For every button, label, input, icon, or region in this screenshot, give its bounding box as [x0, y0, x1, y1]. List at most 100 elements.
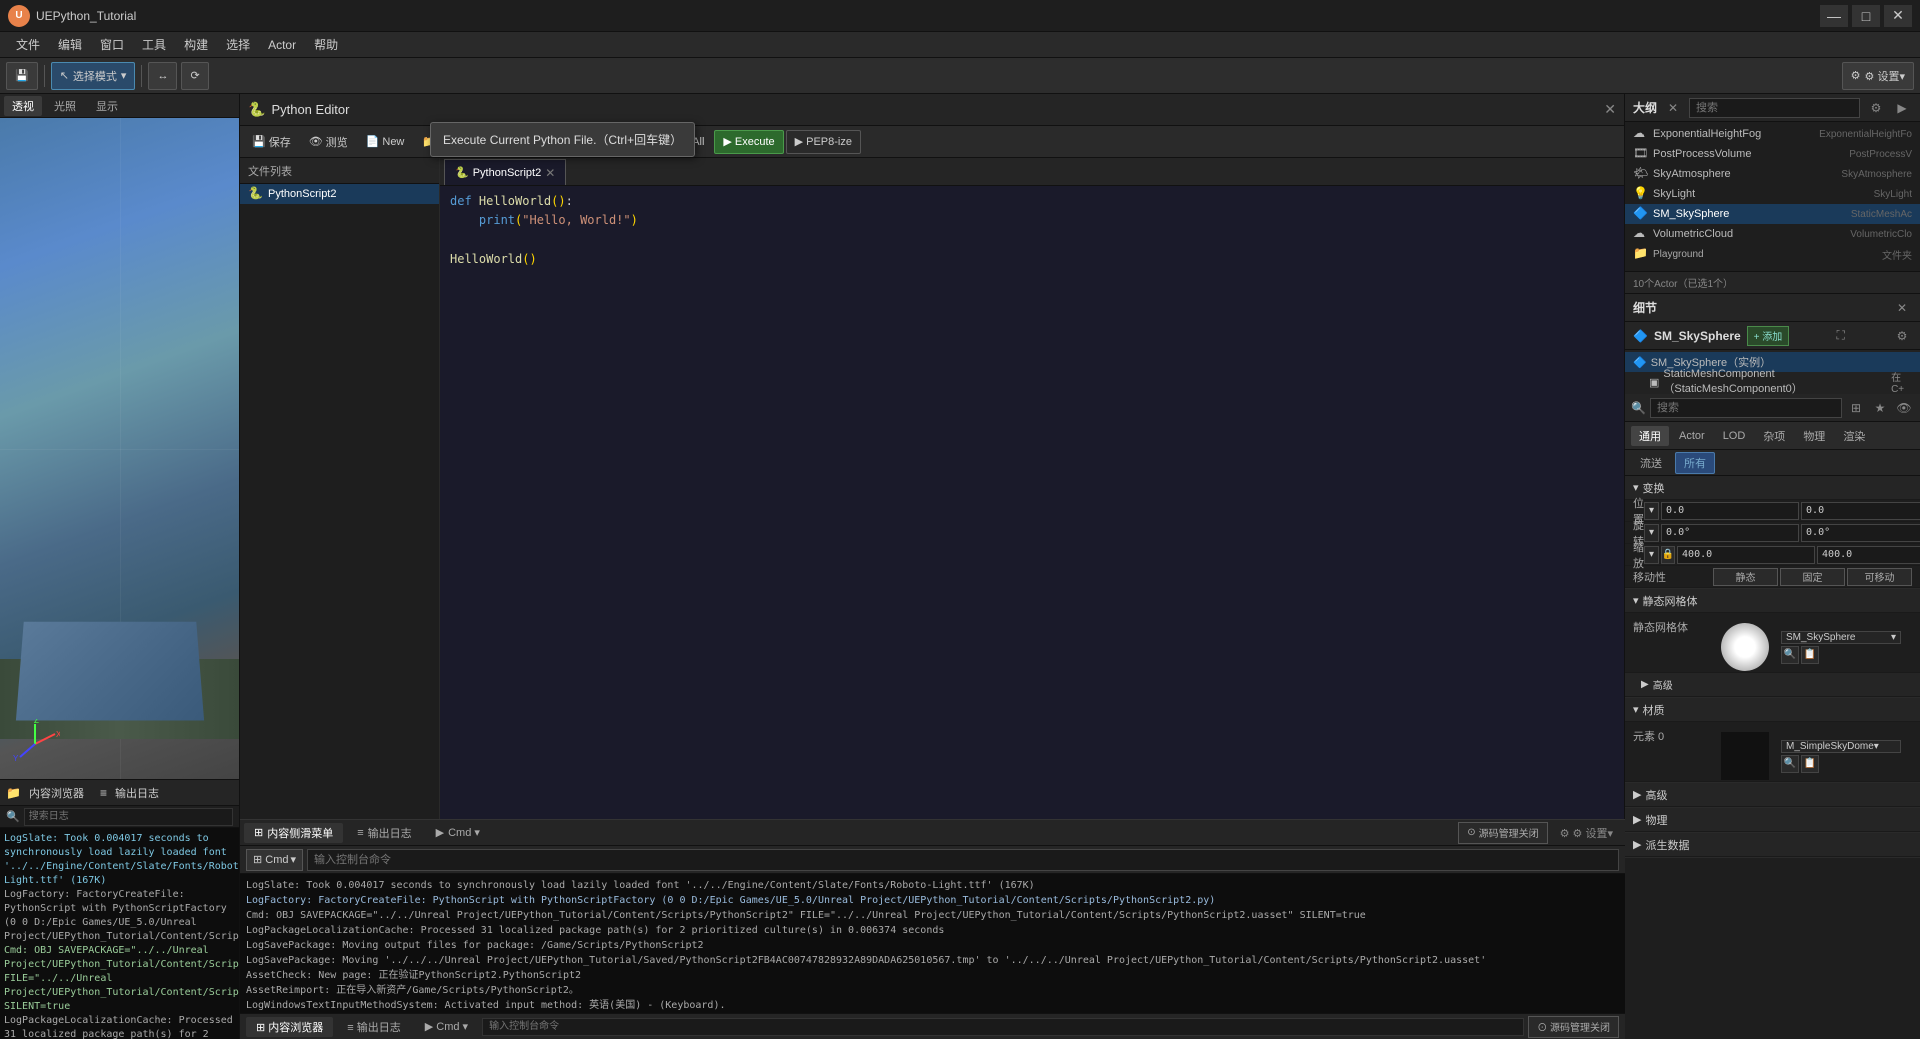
tree-item-volumetric-cloud[interactable]: ☁ VolumetricCloud VolumetricClo	[1625, 224, 1920, 244]
details-eye-button[interactable]: 👁	[1894, 398, 1914, 418]
transform2-button[interactable]: ⟳	[181, 62, 208, 90]
menu-item-window[interactable]: 窗口	[92, 34, 132, 56]
menu-item-actor[interactable]: Actor	[260, 34, 304, 56]
minimize-button[interactable]: —	[1820, 5, 1848, 27]
outline-search-input[interactable]	[1689, 98, 1860, 118]
details-options-button[interactable]: ⚙	[1892, 326, 1912, 346]
toolbar-save-button[interactable]: 💾	[6, 62, 38, 90]
close-button[interactable]: ✕	[1884, 5, 1912, 27]
derive-data-section-header[interactable]: ▶ 派生数据	[1625, 833, 1920, 857]
bottom-settings-button[interactable]: ⚙ ⚙ 设置▾	[1552, 822, 1621, 844]
settings-button[interactable]: ⚙ ⚙ 设置▾	[1842, 62, 1914, 90]
scale-x-field[interactable]	[1677, 546, 1815, 564]
select-mode-button[interactable]: ↖ 选择模式 ▾	[51, 62, 136, 90]
menu-item-help[interactable]: 帮助	[306, 34, 346, 56]
advanced-section-header[interactable]: ▶ 高级	[1625, 673, 1920, 697]
materials-section-header[interactable]: ▾ 材质	[1625, 698, 1920, 722]
pep8-button[interactable]: ▶ PEP8-ize	[786, 130, 861, 154]
details-close-button[interactable]: ✕	[1892, 298, 1912, 318]
file-item-pythonscript2[interactable]: 🐍 PythonScript2	[240, 184, 439, 204]
tree-item-sm-sky-sphere[interactable]: 🔷 SM_SkySphere StaticMeshAc	[1625, 204, 1920, 224]
tree-item-sky-atmosphere[interactable]: 🌤 SkyAtmosphere SkyAtmosphere	[1625, 164, 1920, 184]
execute-button[interactable]: ▶ Execute	[714, 130, 783, 154]
pos-x-field[interactable]	[1661, 502, 1799, 520]
menu-item-edit[interactable]: 编辑	[50, 34, 90, 56]
console-input[interactable]	[307, 849, 1619, 871]
static-mesh-section-header[interactable]: ▾ 静态网格体	[1625, 589, 1920, 613]
source-management-button[interactable]: ⊙ 源码管理关闭	[1458, 822, 1547, 844]
component-tree-item-static-mesh[interactable]: ▣ StaticMeshComponent（StaticMeshComponen…	[1625, 372, 1920, 392]
file-tab-pythonscript2[interactable]: 🐍 PythonScript2 ✕	[444, 159, 566, 185]
tab-content-browser[interactable]: ⊞ 内容侧滑菜单	[244, 823, 343, 843]
browse-mesh-button[interactable]: 🔍	[1781, 646, 1799, 664]
viewport-tab-show[interactable]: 显示	[88, 96, 126, 116]
scale-y-field[interactable]	[1817, 546, 1920, 564]
file-tab-close-button[interactable]: ✕	[545, 166, 555, 180]
outline-filter-button[interactable]: ▶	[1892, 98, 1912, 118]
mobility-movable[interactable]: 可移动	[1847, 568, 1912, 586]
tab-physics[interactable]: 物理	[1795, 426, 1833, 446]
save-button[interactable]: 💾 保存	[244, 130, 299, 154]
menu-item-build[interactable]: 构建	[176, 34, 216, 56]
mobility-fixed[interactable]: 固定	[1780, 568, 1845, 586]
menu-item-file[interactable]: 文件	[8, 34, 48, 56]
tree-item-exponential-height-fog[interactable]: ☁ ExponentialHeightFog ExponentialHeight…	[1625, 124, 1920, 144]
lock-scale-button[interactable]: 🔒	[1661, 546, 1675, 564]
position-dropdown[interactable]: ▾	[1644, 502, 1659, 520]
transform-button[interactable]: ↔	[148, 62, 177, 90]
python-editor-close-button[interactable]: ✕	[1604, 101, 1616, 118]
outline-close-button[interactable]: ✕	[1663, 98, 1683, 118]
transform-section-header[interactable]: ▾ 变换	[1625, 476, 1920, 500]
status-output-log[interactable]: ≡ 输出日志	[337, 1017, 410, 1037]
status-content-browser[interactable]: ⊞ 内容浏览器	[246, 1017, 333, 1037]
tab-misc[interactable]: 杂项	[1755, 426, 1793, 446]
details-star-button[interactable]: ★	[1870, 398, 1890, 418]
mesh-dropdown[interactable]: SM_SkySphere ▾	[1781, 631, 1901, 644]
pos-y-field[interactable]	[1801, 502, 1920, 520]
tree-item-playground[interactable]: 📁 Playground 文件夹	[1625, 244, 1920, 264]
copy-mesh-button[interactable]: 📋	[1801, 646, 1819, 664]
code-line-2: print("Hello, World!")	[450, 211, 1614, 230]
new-button[interactable]: 📄 New	[358, 130, 413, 154]
status-cmd-input[interactable]	[482, 1018, 1524, 1036]
rot-y-field[interactable]	[1801, 524, 1920, 542]
tree-item-post-process-volume[interactable]: 🎞 PostProcessVolume PostProcessV	[1625, 144, 1920, 164]
file-tab-label: PythonScript2	[473, 167, 541, 179]
item-label: Playground	[1653, 249, 1704, 260]
rotation-dropdown[interactable]: ▾	[1644, 524, 1659, 542]
tab-lod[interactable]: LOD	[1715, 428, 1754, 444]
physics-section-header[interactable]: ▶ 物理	[1625, 808, 1920, 832]
filter-all[interactable]: 所有	[1675, 452, 1715, 474]
viewport-tab-lit[interactable]: 光照	[46, 96, 84, 116]
scale-dropdown[interactable]: ▾	[1644, 546, 1659, 564]
tab-render[interactable]: 渲染	[1835, 426, 1873, 446]
outline-panel: 大纲 ✕ ⚙ ▶ ☁ ExponentialHeightFog Exponent…	[1625, 94, 1920, 294]
browse-material-button[interactable]: 🔍	[1781, 755, 1799, 773]
filter-streaming[interactable]: 流送	[1631, 452, 1671, 474]
menu-item-select[interactable]: 选择	[218, 34, 258, 56]
material-dropdown[interactable]: M_SimpleSkyDome▾	[1781, 740, 1901, 753]
tab-actor[interactable]: Actor	[1671, 428, 1713, 444]
menu-item-tools[interactable]: 工具	[134, 34, 174, 56]
details-fullscreen-button[interactable]: ⛶	[1831, 326, 1851, 346]
details-table-view-button[interactable]: ⊞	[1846, 398, 1866, 418]
status-source-mgmt[interactable]: ⊙ 源码管理关闭	[1528, 1016, 1619, 1038]
cmd-dropdown[interactable]: ⊞ Cmd ▾	[246, 849, 303, 871]
tab-cmd[interactable]: ▶ Cmd ▾	[426, 824, 490, 841]
status-cmd[interactable]: ▶ Cmd ▾	[415, 1018, 478, 1035]
details-search-input[interactable]	[1650, 398, 1842, 418]
outline-settings-button[interactable]: ⚙	[1866, 98, 1886, 118]
tab-output-log[interactable]: ≡ 输出日志	[347, 823, 421, 843]
tree-item-sky-light[interactable]: 💡 SkyLight SkyLight	[1625, 184, 1920, 204]
preview-button[interactable]: 👁 测览	[301, 130, 356, 154]
mobility-static[interactable]: 静态	[1713, 568, 1778, 586]
rot-x-field[interactable]	[1661, 524, 1799, 542]
add-component-button[interactable]: + 添加	[1747, 326, 1790, 346]
advanced-section-header-2[interactable]: ▶ 高级	[1625, 783, 1920, 807]
section-title: 静态网格体	[1643, 593, 1698, 609]
tab-general[interactable]: 通用	[1631, 426, 1669, 446]
copy-material-button[interactable]: 📋	[1801, 755, 1819, 773]
maximize-button[interactable]: □	[1852, 5, 1880, 27]
viewport-tab-translate[interactable]: 透视	[4, 96, 42, 116]
log-search-input[interactable]	[24, 808, 233, 826]
